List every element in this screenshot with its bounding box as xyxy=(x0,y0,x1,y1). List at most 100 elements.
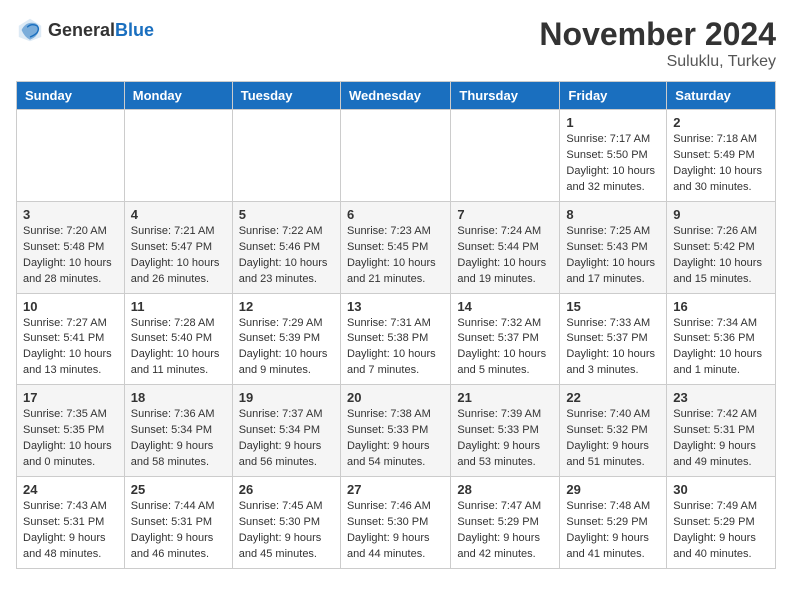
day-info: Sunrise: 7:28 AM Sunset: 5:40 PM Dayligh… xyxy=(131,316,226,380)
page-header: GeneralBlue November 2024 Suluklu, Turke… xyxy=(16,16,776,71)
calendar-cell: 13 Sunrise: 7:31 AM Sunset: 5:38 PM Dayli… xyxy=(340,293,450,385)
calendar-cell: 3Sunrise: 7:20 AM Sunset: 5:48 PM Daylig… xyxy=(17,201,125,293)
calendar-cell: 16 Sunrise: 7:34 AM Sunset: 5:36 PM Dayli… xyxy=(667,293,776,385)
calendar-cell: 8 Sunrise: 7:25 AM Sunset: 5:43 PM Daylig… xyxy=(560,201,667,293)
calendar-cell: 29 Sunrise: 7:48 AM Sunset: 5:29 PM Dayli… xyxy=(560,477,667,569)
calendar-cell xyxy=(451,110,560,202)
logo: GeneralBlue xyxy=(16,16,154,44)
day-number: 10 xyxy=(23,299,118,314)
title-block: November 2024 Suluklu, Turkey xyxy=(539,16,776,71)
calendar-header-row: SundayMondayTuesdayWednesdayThursdayFrid… xyxy=(17,82,776,110)
calendar-cell: 15 Sunrise: 7:33 AM Sunset: 5:37 PM Dayli… xyxy=(560,293,667,385)
day-number: 4 xyxy=(131,207,226,222)
day-info: Sunrise: 7:42 AM Sunset: 5:31 PM Dayligh… xyxy=(673,407,769,471)
day-info: Sunrise: 7:45 AM Sunset: 5:30 PM Dayligh… xyxy=(239,499,334,563)
day-number: 16 xyxy=(673,299,769,314)
header-friday: Friday xyxy=(560,82,667,110)
day-number: 13 xyxy=(347,299,444,314)
day-number: 22 xyxy=(566,390,660,405)
day-info: Sunrise: 7:24 AM Sunset: 5:44 PM Dayligh… xyxy=(457,224,553,288)
day-info: Sunrise: 7:26 AM Sunset: 5:42 PM Dayligh… xyxy=(673,224,769,288)
calendar-cell: 20 Sunrise: 7:38 AM Sunset: 5:33 PM Dayli… xyxy=(340,385,450,477)
calendar-cell: 25 Sunrise: 7:44 AM Sunset: 5:31 PM Dayli… xyxy=(124,477,232,569)
month-title: November 2024 xyxy=(539,16,776,53)
day-number: 19 xyxy=(239,390,334,405)
day-info: Sunrise: 7:39 AM Sunset: 5:33 PM Dayligh… xyxy=(457,407,553,471)
day-number: 11 xyxy=(131,299,226,314)
calendar-cell xyxy=(124,110,232,202)
day-info: Sunrise: 7:46 AM Sunset: 5:30 PM Dayligh… xyxy=(347,499,444,563)
calendar-cell: 4 Sunrise: 7:21 AM Sunset: 5:47 PM Daylig… xyxy=(124,201,232,293)
calendar-cell: 17 Sunrise: 7:35 AM Sunset: 5:35 PM Dayli… xyxy=(17,385,125,477)
day-number: 29 xyxy=(566,482,660,497)
day-info: Sunrise: 7:47 AM Sunset: 5:29 PM Dayligh… xyxy=(457,499,553,563)
header-sunday: Sunday xyxy=(17,82,125,110)
day-number: 25 xyxy=(131,482,226,497)
day-info: Sunrise: 7:33 AM Sunset: 5:37 PM Dayligh… xyxy=(566,316,660,380)
day-info: Sunrise: 7:27 AM Sunset: 5:41 PM Dayligh… xyxy=(23,316,118,380)
header-tuesday: Tuesday xyxy=(232,82,340,110)
logo-icon xyxy=(16,16,44,44)
day-info: Sunrise: 7:44 AM Sunset: 5:31 PM Dayligh… xyxy=(131,499,226,563)
calendar-cell: 26 Sunrise: 7:45 AM Sunset: 5:30 PM Dayli… xyxy=(232,477,340,569)
day-number: 30 xyxy=(673,482,769,497)
day-info: Sunrise: 7:37 AM Sunset: 5:34 PM Dayligh… xyxy=(239,407,334,471)
day-info: Sunrise: 7:32 AM Sunset: 5:37 PM Dayligh… xyxy=(457,316,553,380)
calendar-row-2: 3Sunrise: 7:20 AM Sunset: 5:48 PM Daylig… xyxy=(17,201,776,293)
day-number: 14 xyxy=(457,299,553,314)
day-info: Sunrise: 7:38 AM Sunset: 5:33 PM Dayligh… xyxy=(347,407,444,471)
day-info: Sunrise: 7:48 AM Sunset: 5:29 PM Dayligh… xyxy=(566,499,660,563)
day-number: 12 xyxy=(239,299,334,314)
day-info: Sunrise: 7:25 AM Sunset: 5:43 PM Dayligh… xyxy=(566,224,660,288)
calendar-cell: 23 Sunrise: 7:42 AM Sunset: 5:31 PM Dayli… xyxy=(667,385,776,477)
logo-text: GeneralBlue xyxy=(48,20,154,41)
day-number: 8 xyxy=(566,207,660,222)
day-info: Sunrise: 7:34 AM Sunset: 5:36 PM Dayligh… xyxy=(673,316,769,380)
calendar-cell: 1 Sunrise: 7:17 AM Sunset: 5:50 PM Daylig… xyxy=(560,110,667,202)
day-info: Sunrise: 7:29 AM Sunset: 5:39 PM Dayligh… xyxy=(239,316,334,380)
calendar-cell: 21 Sunrise: 7:39 AM Sunset: 5:33 PM Dayli… xyxy=(451,385,560,477)
calendar-cell: 7 Sunrise: 7:24 AM Sunset: 5:44 PM Daylig… xyxy=(451,201,560,293)
calendar-cell xyxy=(340,110,450,202)
calendar-row-3: 10 Sunrise: 7:27 AM Sunset: 5:41 PM Dayli… xyxy=(17,293,776,385)
calendar-cell: 22 Sunrise: 7:40 AM Sunset: 5:32 PM Dayli… xyxy=(560,385,667,477)
calendar-cell: 9 Sunrise: 7:26 AM Sunset: 5:42 PM Daylig… xyxy=(667,201,776,293)
header-thursday: Thursday xyxy=(451,82,560,110)
day-info: Sunrise: 7:43 AM Sunset: 5:31 PM Dayligh… xyxy=(23,499,118,563)
day-info: Sunrise: 7:18 AM Sunset: 5:49 PM Dayligh… xyxy=(673,132,769,196)
calendar-cell xyxy=(17,110,125,202)
day-number: 1 xyxy=(566,115,660,130)
day-number: 17 xyxy=(23,390,118,405)
day-number: 21 xyxy=(457,390,553,405)
day-number: 26 xyxy=(239,482,334,497)
day-number: 20 xyxy=(347,390,444,405)
day-number: 2 xyxy=(673,115,769,130)
day-number: 27 xyxy=(347,482,444,497)
day-info: Sunrise: 7:31 AM Sunset: 5:38 PM Dayligh… xyxy=(347,316,444,380)
logo-general: General xyxy=(48,20,115,40)
calendar-cell: 30Sunrise: 7:49 AM Sunset: 5:29 PM Dayli… xyxy=(667,477,776,569)
day-number: 18 xyxy=(131,390,226,405)
day-info: Sunrise: 7:17 AM Sunset: 5:50 PM Dayligh… xyxy=(566,132,660,196)
day-info: Sunrise: 7:40 AM Sunset: 5:32 PM Dayligh… xyxy=(566,407,660,471)
calendar-cell: 19 Sunrise: 7:37 AM Sunset: 5:34 PM Dayli… xyxy=(232,385,340,477)
location: Suluklu, Turkey xyxy=(539,53,776,71)
day-number: 9 xyxy=(673,207,769,222)
calendar-cell: 2 Sunrise: 7:18 AM Sunset: 5:49 PM Daylig… xyxy=(667,110,776,202)
day-info: Sunrise: 7:21 AM Sunset: 5:47 PM Dayligh… xyxy=(131,224,226,288)
day-info: Sunrise: 7:22 AM Sunset: 5:46 PM Dayligh… xyxy=(239,224,334,288)
calendar-cell: 6Sunrise: 7:23 AM Sunset: 5:45 PM Daylig… xyxy=(340,201,450,293)
day-number: 15 xyxy=(566,299,660,314)
header-wednesday: Wednesday xyxy=(340,82,450,110)
calendar-cell: 27 Sunrise: 7:46 AM Sunset: 5:30 PM Dayli… xyxy=(340,477,450,569)
calendar-cell: 10 Sunrise: 7:27 AM Sunset: 5:41 PM Dayli… xyxy=(17,293,125,385)
calendar-row-1: 1 Sunrise: 7:17 AM Sunset: 5:50 PM Daylig… xyxy=(17,110,776,202)
day-number: 23 xyxy=(673,390,769,405)
day-number: 7 xyxy=(457,207,553,222)
header-saturday: Saturday xyxy=(667,82,776,110)
day-info: Sunrise: 7:23 AM Sunset: 5:45 PM Dayligh… xyxy=(347,224,444,288)
calendar-table: SundayMondayTuesdayWednesdayThursdayFrid… xyxy=(16,81,776,569)
calendar-cell: 28Sunrise: 7:47 AM Sunset: 5:29 PM Dayli… xyxy=(451,477,560,569)
header-monday: Monday xyxy=(124,82,232,110)
day-info: Sunrise: 7:35 AM Sunset: 5:35 PM Dayligh… xyxy=(23,407,118,471)
